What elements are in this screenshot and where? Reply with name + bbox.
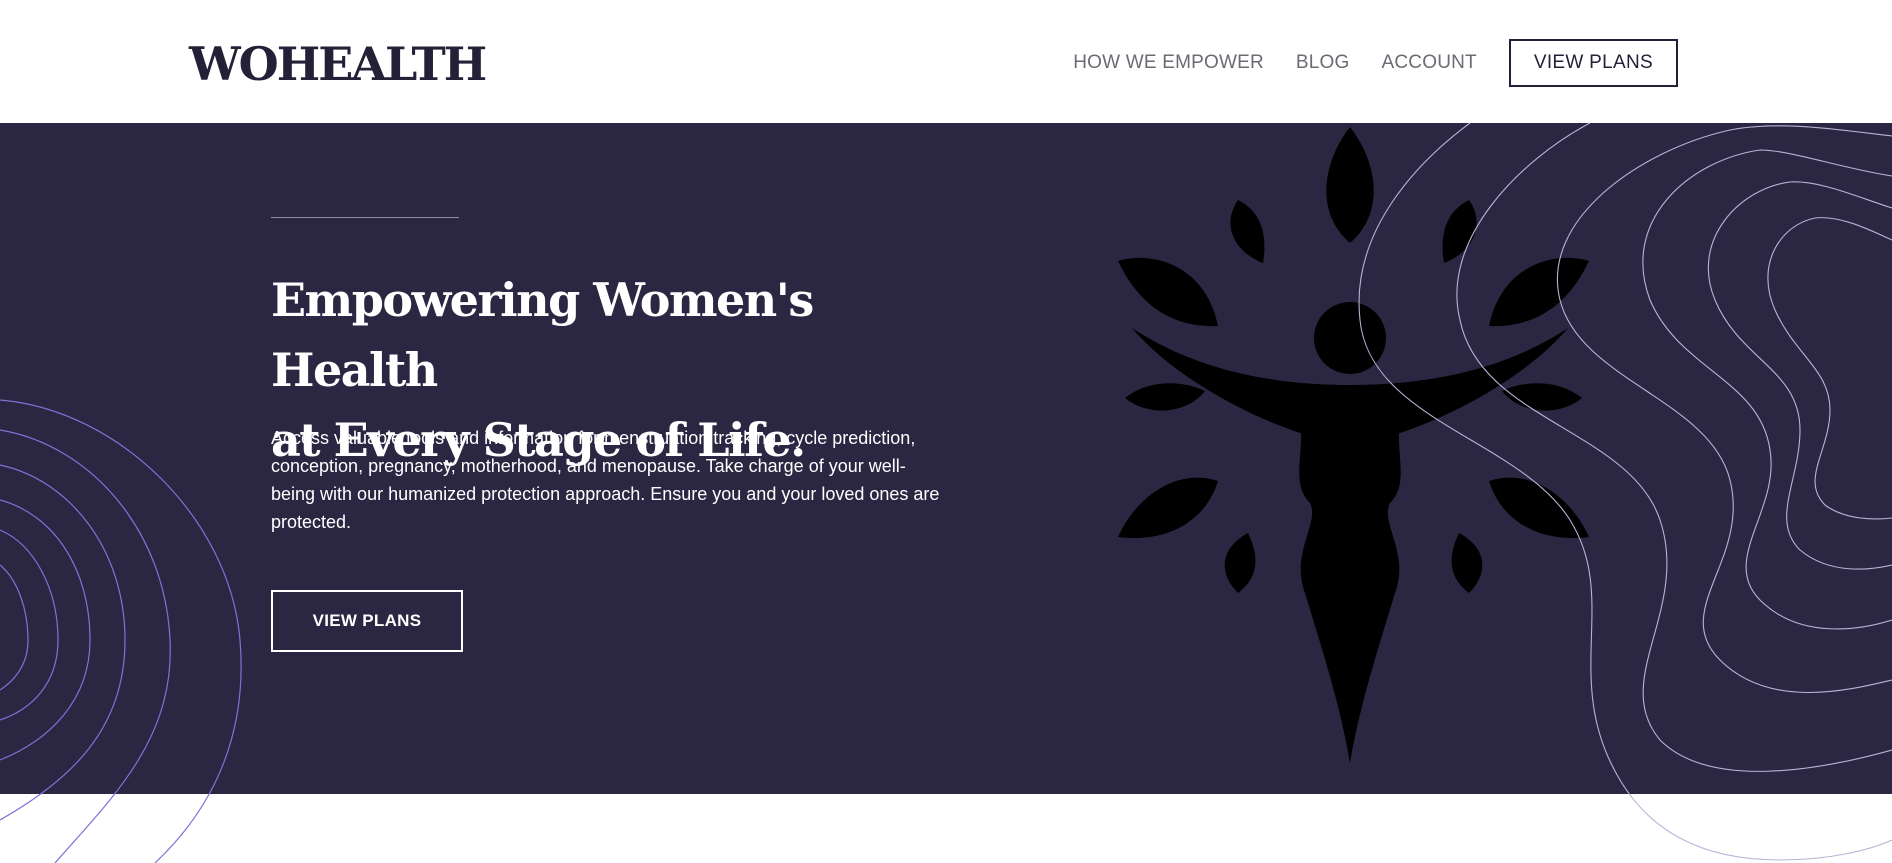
woman-with-leaves-icon bbox=[1118, 127, 1589, 763]
nav-link-blog[interactable]: BLOG bbox=[1296, 52, 1350, 74]
nav-link-how-we-empower[interactable]: HOW WE EMPOWER bbox=[1073, 52, 1264, 74]
view-plans-button-hero[interactable]: VIEW PLANS bbox=[271, 590, 463, 652]
hero-section: Empowering Women's Health at Every Stage… bbox=[0, 123, 1892, 794]
hero-divider bbox=[271, 217, 459, 218]
view-plans-button-header[interactable]: VIEW PLANS bbox=[1508, 39, 1678, 87]
hero-title-line-1: Empowering Women's Health bbox=[271, 273, 814, 397]
main-nav: HOW WE EMPOWER BLOG ACCOUNT VIEW PLANS bbox=[1073, 39, 1678, 87]
nav-link-account[interactable]: ACCOUNT bbox=[1382, 52, 1477, 74]
page: WOHEALTH HOW WE EMPOWER BLOG ACCOUNT VIE… bbox=[0, 0, 1892, 863]
logo[interactable]: WOHEALTH bbox=[189, 36, 487, 92]
hero-description: Access valuable tools and information fo… bbox=[271, 428, 940, 532]
site-header: WOHEALTH HOW WE EMPOWER BLOG ACCOUNT VIE… bbox=[0, 0, 1892, 123]
